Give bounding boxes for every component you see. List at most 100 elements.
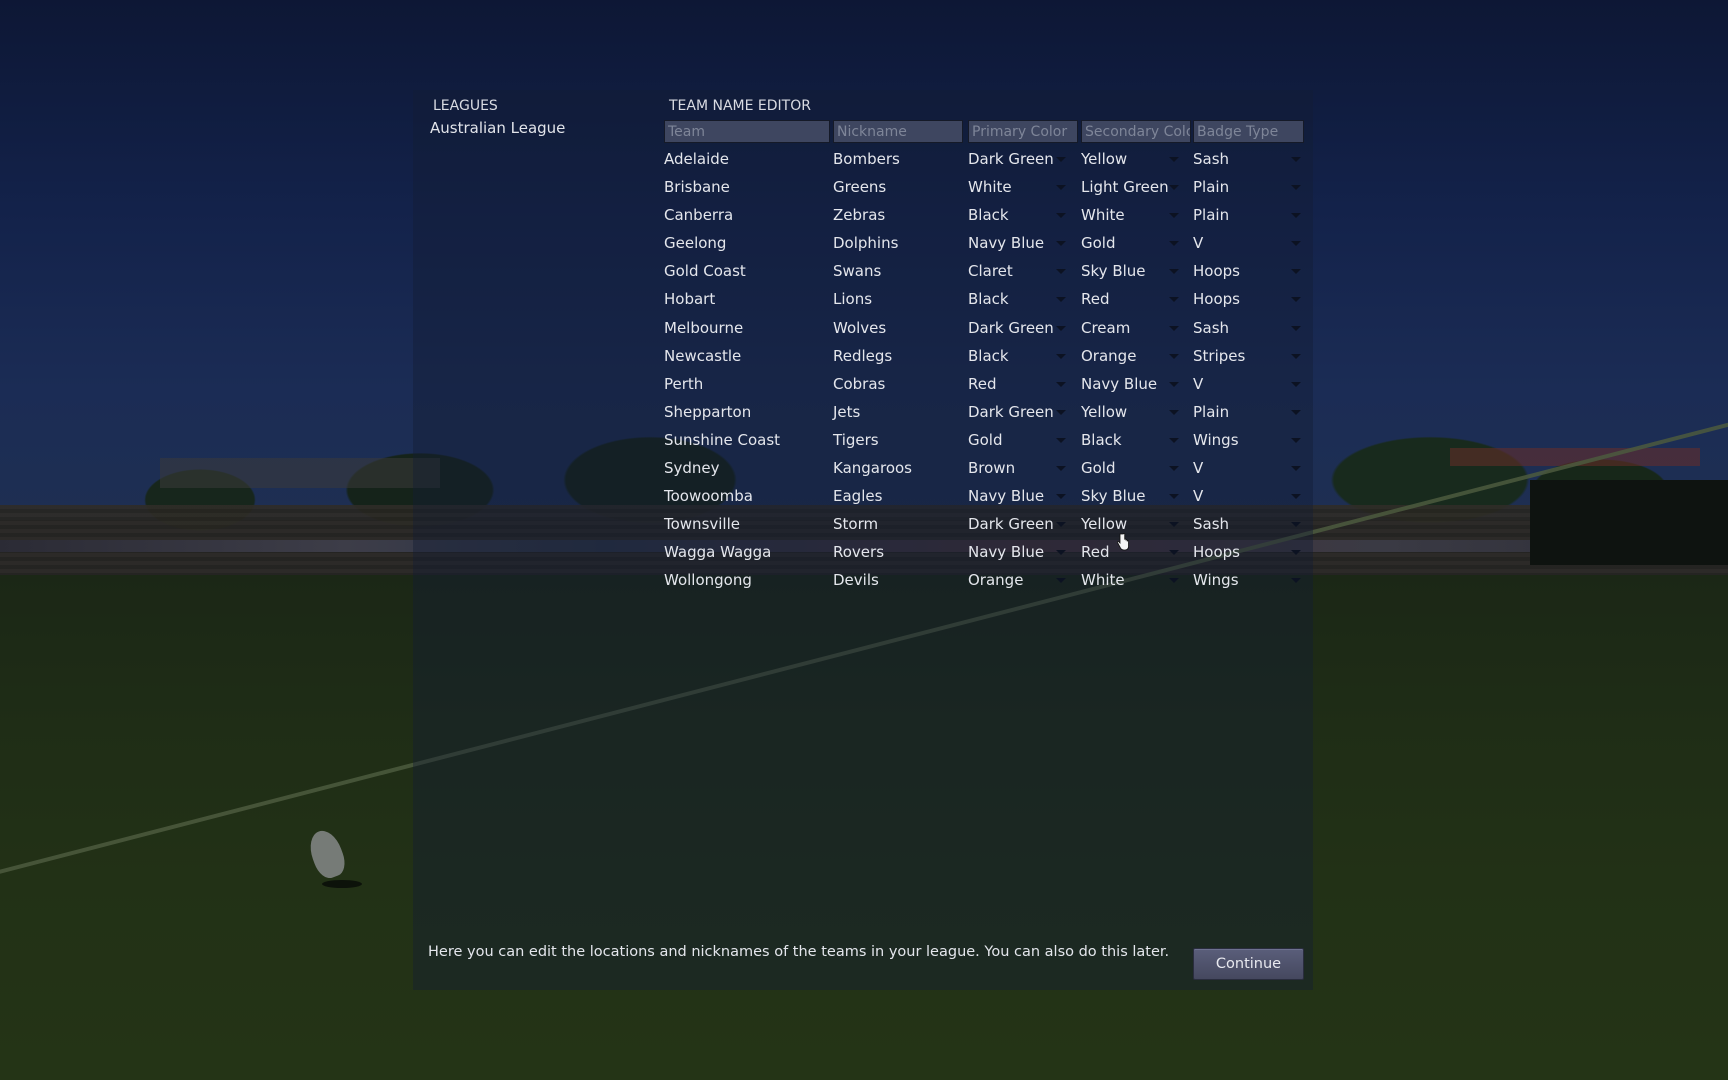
dropdown-arrow-icon[interactable]	[1169, 353, 1179, 359]
dropdown-arrow-icon[interactable]	[1291, 297, 1301, 303]
primary-color-dropdown[interactable]: Navy Blue	[968, 482, 1078, 510]
dropdown-arrow-icon[interactable]	[1291, 353, 1301, 359]
badge-type-dropdown[interactable]: Stripes	[1193, 342, 1304, 370]
secondary-color-dropdown[interactable]: Yellow	[1081, 398, 1191, 426]
dropdown-arrow-icon[interactable]	[1056, 325, 1066, 331]
column-header-team[interactable]: Team	[664, 120, 830, 143]
primary-color-dropdown[interactable]: Brown	[968, 454, 1078, 482]
badge-type-dropdown[interactable]: Wings	[1193, 566, 1304, 594]
badge-type-dropdown[interactable]: V	[1193, 482, 1304, 510]
secondary-color-dropdown[interactable]: White	[1081, 566, 1191, 594]
primary-color-dropdown[interactable]: Black	[968, 342, 1078, 370]
secondary-color-dropdown[interactable]: Red	[1081, 538, 1191, 566]
secondary-color-dropdown[interactable]: Cream	[1081, 314, 1191, 342]
team-name-field[interactable]: Hobart	[664, 285, 830, 313]
nickname-field[interactable]: Eagles	[833, 482, 963, 510]
nickname-field[interactable]: Wolves	[833, 314, 963, 342]
dropdown-arrow-icon[interactable]	[1169, 550, 1179, 556]
nickname-field[interactable]: Rovers	[833, 538, 963, 566]
nickname-field[interactable]: Redlegs	[833, 342, 963, 370]
dropdown-arrow-icon[interactable]	[1169, 381, 1179, 387]
team-name-field[interactable]: Wollongong	[664, 566, 830, 594]
team-name-field[interactable]: Gold Coast	[664, 257, 830, 285]
column-header-nickname[interactable]: Nickname	[833, 120, 963, 143]
dropdown-arrow-icon[interactable]	[1169, 409, 1179, 415]
dropdown-arrow-icon[interactable]	[1291, 325, 1301, 331]
column-header-badge-type[interactable]: Badge Type	[1193, 120, 1304, 143]
nickname-field[interactable]: Tigers	[833, 426, 963, 454]
dropdown-arrow-icon[interactable]	[1056, 381, 1066, 387]
secondary-color-dropdown[interactable]: Gold	[1081, 229, 1191, 257]
badge-type-dropdown[interactable]: Sash	[1193, 314, 1304, 342]
team-name-field[interactable]: Newcastle	[664, 342, 830, 370]
badge-type-dropdown[interactable]: Sash	[1193, 510, 1304, 538]
dropdown-arrow-icon[interactable]	[1169, 297, 1179, 303]
dropdown-arrow-icon[interactable]	[1291, 437, 1301, 443]
dropdown-arrow-icon[interactable]	[1291, 213, 1301, 219]
nickname-field[interactable]: Cobras	[833, 370, 963, 398]
primary-color-dropdown[interactable]: Dark Green	[968, 398, 1078, 426]
primary-color-dropdown[interactable]: Claret	[968, 257, 1078, 285]
dropdown-arrow-icon[interactable]	[1056, 578, 1066, 584]
secondary-color-dropdown[interactable]: Light Green	[1081, 173, 1191, 201]
dropdown-arrow-icon[interactable]	[1056, 409, 1066, 415]
dropdown-arrow-icon[interactable]	[1056, 157, 1066, 162]
badge-type-dropdown[interactable]: Sash	[1193, 145, 1304, 173]
team-name-field[interactable]: Toowoomba	[664, 482, 830, 510]
badge-type-dropdown[interactable]: V	[1193, 454, 1304, 482]
nickname-field[interactable]: Lions	[833, 285, 963, 313]
dropdown-arrow-icon[interactable]	[1056, 241, 1066, 247]
primary-color-dropdown[interactable]: Dark Green	[968, 510, 1078, 538]
secondary-color-dropdown[interactable]: Sky Blue	[1081, 257, 1191, 285]
dropdown-arrow-icon[interactable]	[1169, 466, 1179, 472]
primary-color-dropdown[interactable]: Black	[968, 201, 1078, 229]
team-name-field[interactable]: Sunshine Coast	[664, 426, 830, 454]
nickname-field[interactable]: Greens	[833, 173, 963, 201]
dropdown-arrow-icon[interactable]	[1291, 381, 1301, 387]
dropdown-arrow-icon[interactable]	[1056, 213, 1066, 219]
dropdown-arrow-icon[interactable]	[1291, 409, 1301, 415]
dropdown-arrow-icon[interactable]	[1291, 269, 1301, 275]
dropdown-arrow-icon[interactable]	[1291, 466, 1301, 472]
dropdown-arrow-icon[interactable]	[1169, 241, 1179, 247]
badge-type-dropdown[interactable]: Hoops	[1193, 538, 1304, 566]
dropdown-arrow-icon[interactable]	[1056, 466, 1066, 472]
dropdown-arrow-icon[interactable]	[1056, 550, 1066, 556]
team-name-field[interactable]: Geelong	[664, 229, 830, 257]
nickname-field[interactable]: Swans	[833, 257, 963, 285]
dropdown-arrow-icon[interactable]	[1056, 494, 1066, 500]
nickname-field[interactable]: Dolphins	[833, 229, 963, 257]
dropdown-arrow-icon[interactable]	[1291, 578, 1301, 584]
badge-type-dropdown[interactable]: Plain	[1193, 201, 1304, 229]
secondary-color-dropdown[interactable]: Orange	[1081, 342, 1191, 370]
primary-color-dropdown[interactable]: Dark Green	[968, 145, 1078, 173]
dropdown-arrow-icon[interactable]	[1056, 269, 1066, 275]
team-name-field[interactable]: Townsville	[664, 510, 830, 538]
team-name-field[interactable]: Sydney	[664, 454, 830, 482]
secondary-color-dropdown[interactable]: Yellow	[1081, 510, 1191, 538]
team-name-field[interactable]: Adelaide	[664, 145, 830, 173]
dropdown-arrow-icon[interactable]	[1169, 269, 1179, 275]
primary-color-dropdown[interactable]: Red	[968, 370, 1078, 398]
dropdown-arrow-icon[interactable]	[1291, 550, 1301, 556]
nickname-field[interactable]: Storm	[833, 510, 963, 538]
primary-color-dropdown[interactable]: Orange	[968, 566, 1078, 594]
primary-color-dropdown[interactable]: Navy Blue	[968, 229, 1078, 257]
column-header-primary-color[interactable]: Primary Color	[968, 120, 1078, 143]
badge-type-dropdown[interactable]: Hoops	[1193, 257, 1304, 285]
dropdown-arrow-icon[interactable]	[1169, 522, 1179, 528]
primary-color-dropdown[interactable]: White	[968, 173, 1078, 201]
team-name-field[interactable]: Wagga Wagga	[664, 538, 830, 566]
badge-type-dropdown[interactable]: Plain	[1193, 173, 1304, 201]
dropdown-arrow-icon[interactable]	[1056, 185, 1066, 191]
dropdown-arrow-icon[interactable]	[1056, 297, 1066, 303]
nickname-field[interactable]: Zebras	[833, 201, 963, 229]
primary-color-dropdown[interactable]: Navy Blue	[968, 538, 1078, 566]
primary-color-dropdown[interactable]: Gold	[968, 426, 1078, 454]
dropdown-arrow-icon[interactable]	[1169, 578, 1179, 584]
badge-type-dropdown[interactable]: V	[1193, 370, 1304, 398]
dropdown-arrow-icon[interactable]	[1169, 157, 1179, 162]
team-name-field[interactable]: Perth	[664, 370, 830, 398]
team-name-field[interactable]: Shepparton	[664, 398, 830, 426]
dropdown-arrow-icon[interactable]	[1291, 494, 1301, 500]
